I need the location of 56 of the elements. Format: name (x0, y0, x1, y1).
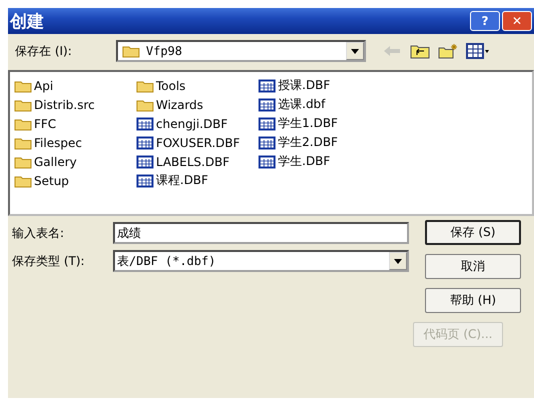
folder-icon (14, 98, 32, 112)
folder-icon (14, 78, 32, 92)
file-list-item[interactable]: 学生.DBF (258, 152, 370, 171)
file-list-item[interactable]: 学生2.DBF (258, 133, 370, 152)
folder-icon (14, 116, 32, 130)
file-list-item[interactable]: FOXUSER.DBF (136, 133, 248, 152)
table-icon (258, 154, 276, 168)
table-icon (136, 136, 154, 150)
dropdown-button[interactable] (346, 42, 364, 60)
table-icon (136, 154, 154, 168)
dialog-button[interactable]: 取消 (425, 254, 521, 279)
file-name-field[interactable]: 成绩 (113, 222, 409, 244)
file-list-item[interactable]: chengji.DBF (136, 114, 248, 133)
folder-icon (136, 78, 154, 92)
window-title: 创建 (8, 10, 44, 32)
folder-icon (136, 98, 154, 112)
caret-icon (351, 48, 359, 54)
help-button[interactable]: ? (470, 11, 500, 31)
file-type-dropdown[interactable]: 表/DBF (*.dbf) (113, 250, 409, 272)
table-icon (258, 116, 276, 130)
folder-icon (14, 174, 32, 188)
dialog-button[interactable]: 帮助 (H) (425, 288, 521, 313)
table-icon (136, 174, 154, 188)
file-list-item[interactable]: 学生1.DBF (258, 114, 370, 133)
dropdown-button[interactable] (389, 252, 407, 270)
save-in-dropdown[interactable]: Vfp98 (116, 40, 366, 62)
file-list-item[interactable]: Filespec (14, 133, 126, 152)
table-icon (258, 78, 276, 92)
file-list-item[interactable]: 授课.DBF (258, 76, 370, 95)
save-in-label: 保存在 (I): (15, 42, 73, 60)
file-type-label: 保存类型 (T): (12, 252, 86, 270)
dialog-button[interactable]: 保存 (S) (425, 220, 521, 245)
file-type-value: 表/DBF (*.dbf) (116, 252, 217, 270)
file-list-item[interactable]: Api (14, 76, 126, 95)
save-in-value: Vfp98 (145, 44, 184, 58)
table-icon (258, 98, 276, 112)
caret-icon (394, 258, 402, 264)
folder-icon (14, 136, 32, 150)
up-folder-icon[interactable] (410, 43, 430, 59)
file-list-item[interactable]: Wizards (136, 95, 248, 114)
file-list-item[interactable]: Gallery (14, 152, 126, 171)
table-icon (136, 116, 154, 130)
folder-icon (122, 44, 140, 58)
file-list-item[interactable]: FFC (14, 114, 126, 133)
view-menu-icon[interactable] (466, 43, 490, 59)
file-list-item[interactable]: Setup (14, 171, 126, 190)
file-list-item[interactable]: Distrib.src (14, 95, 126, 114)
folder-icon (14, 154, 32, 168)
new-folder-icon[interactable] (438, 43, 458, 59)
file-list-item[interactable]: Tools (136, 76, 248, 95)
file-list-item[interactable]: LABELS.DBF (136, 152, 248, 171)
file-list-item[interactable]: 选课.dbf (258, 95, 370, 114)
file-name-label: 输入表名: (12, 224, 66, 242)
table-icon (258, 136, 276, 150)
file-list-item[interactable]: 课程.DBF (136, 171, 248, 190)
close-button[interactable]: ✕ (502, 11, 532, 31)
